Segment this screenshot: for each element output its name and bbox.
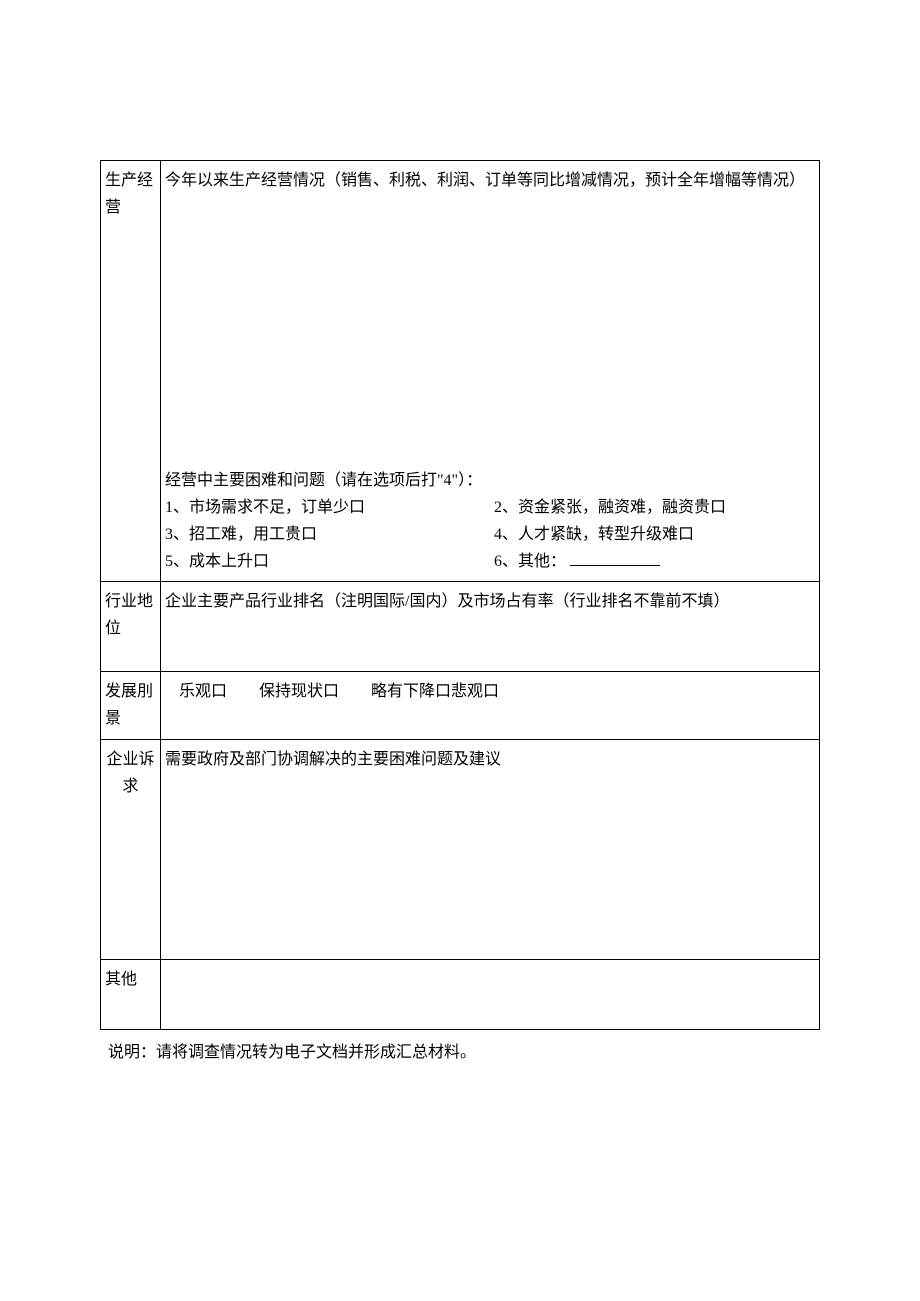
prospect-opt-2[interactable]: 保持现状口 [259,678,339,705]
issue-4[interactable]: 4、人才紧缺，转型升级难口 [494,521,815,548]
label-production-spacer [101,461,161,582]
footnote: 说明：请将调查情况转为电子文档并形成汇总材料。 [108,1038,820,1062]
prospect-opt-3[interactable]: 略有下降口悲观口 [371,678,499,705]
label-production-text: 生产经营 [105,172,153,216]
cell-other [161,959,820,1029]
label-other: 其他 [101,959,161,1029]
cell-production-issues: 经营中主要困难和问题（请在选项后打"4"）： 1、市场需求不足，订单少口 2、资… [161,461,820,582]
label-appeal-text: 企业诉求 [106,751,154,795]
issue-6-blank[interactable] [570,552,660,566]
cell-appeal: 需要政府及部门协调解决的主要困难问题及建议 [161,739,820,959]
row-production-issues: 经营中主要困难和问题（请在选项后打"4"）： 1、市场需求不足，订单少口 2、资… [101,461,820,582]
cell-industry: 企业主要产品行业排名（注明国际/国内）及市场占有率（行业排名不靠前不填） [161,582,820,672]
appeal-desc-text: 需要政府及部门协调解决的主要困难问题及建议 [165,751,501,768]
label-production: 生产经营 [101,161,161,461]
label-prospect: 发展刖景 [101,672,161,739]
row-industry: 行业地位 企业主要产品行业排名（注明国际/国内）及市场占有率（行业排名不靠前不填… [101,582,820,672]
row-appeal: 企业诉求 需要政府及部门协调解决的主要困难问题及建议 [101,739,820,959]
industry-desc-text: 企业主要产品行业排名（注明国际/国内）及市场占有率（行业排名不靠前不填） [165,593,729,610]
form-table: 生产经营 今年以来生产经营情况（销售、利税、利润、订单等同比增减情况，预计全年增… [100,160,820,1030]
issue-1[interactable]: 1、市场需求不足，订单少口 [165,494,486,521]
prospect-opt-1[interactable]: 乐观口 [179,678,227,705]
label-prospect-text: 发展刖景 [105,683,153,727]
issue-6[interactable]: 6、其他： [494,548,815,575]
issues-title: 经营中主要困难和问题（请在选项后打"4"）： [165,467,815,494]
label-other-text: 其他 [105,971,137,988]
production-desc-text: 今年以来生产经营情况（销售、利税、利润、订单等同比增减情况，预计全年增幅等情况） [165,172,805,189]
cell-production-desc: 今年以来生产经营情况（销售、利税、利润、订单等同比增减情况，预计全年增幅等情况） [161,161,820,461]
issue-6-text: 6、其他： [494,553,566,570]
cell-prospect: 乐观口 保持现状口 略有下降口悲观口 [161,672,820,739]
row-prospect: 发展刖景 乐观口 保持现状口 略有下降口悲观口 [101,672,820,739]
issue-3[interactable]: 3、招工难，用工贵口 [165,521,486,548]
row-other: 其他 [101,959,820,1029]
label-industry: 行业地位 [101,582,161,672]
row-production-desc: 生产经营 今年以来生产经营情况（销售、利税、利润、订单等同比增减情况，预计全年增… [101,161,820,461]
issues-grid: 1、市场需求不足，订单少口 2、资金紧张，融资难，融资贵口 3、招工难，用工贵口… [165,494,815,576]
page: 生产经营 今年以来生产经营情况（销售、利税、利润、订单等同比增减情况，预计全年增… [0,0,920,1122]
label-appeal: 企业诉求 [101,739,161,959]
issue-2[interactable]: 2、资金紧张，融资难，融资贵口 [494,494,815,521]
label-industry-text: 行业地位 [105,593,153,637]
issue-5[interactable]: 5、成本上升口 [165,548,486,575]
